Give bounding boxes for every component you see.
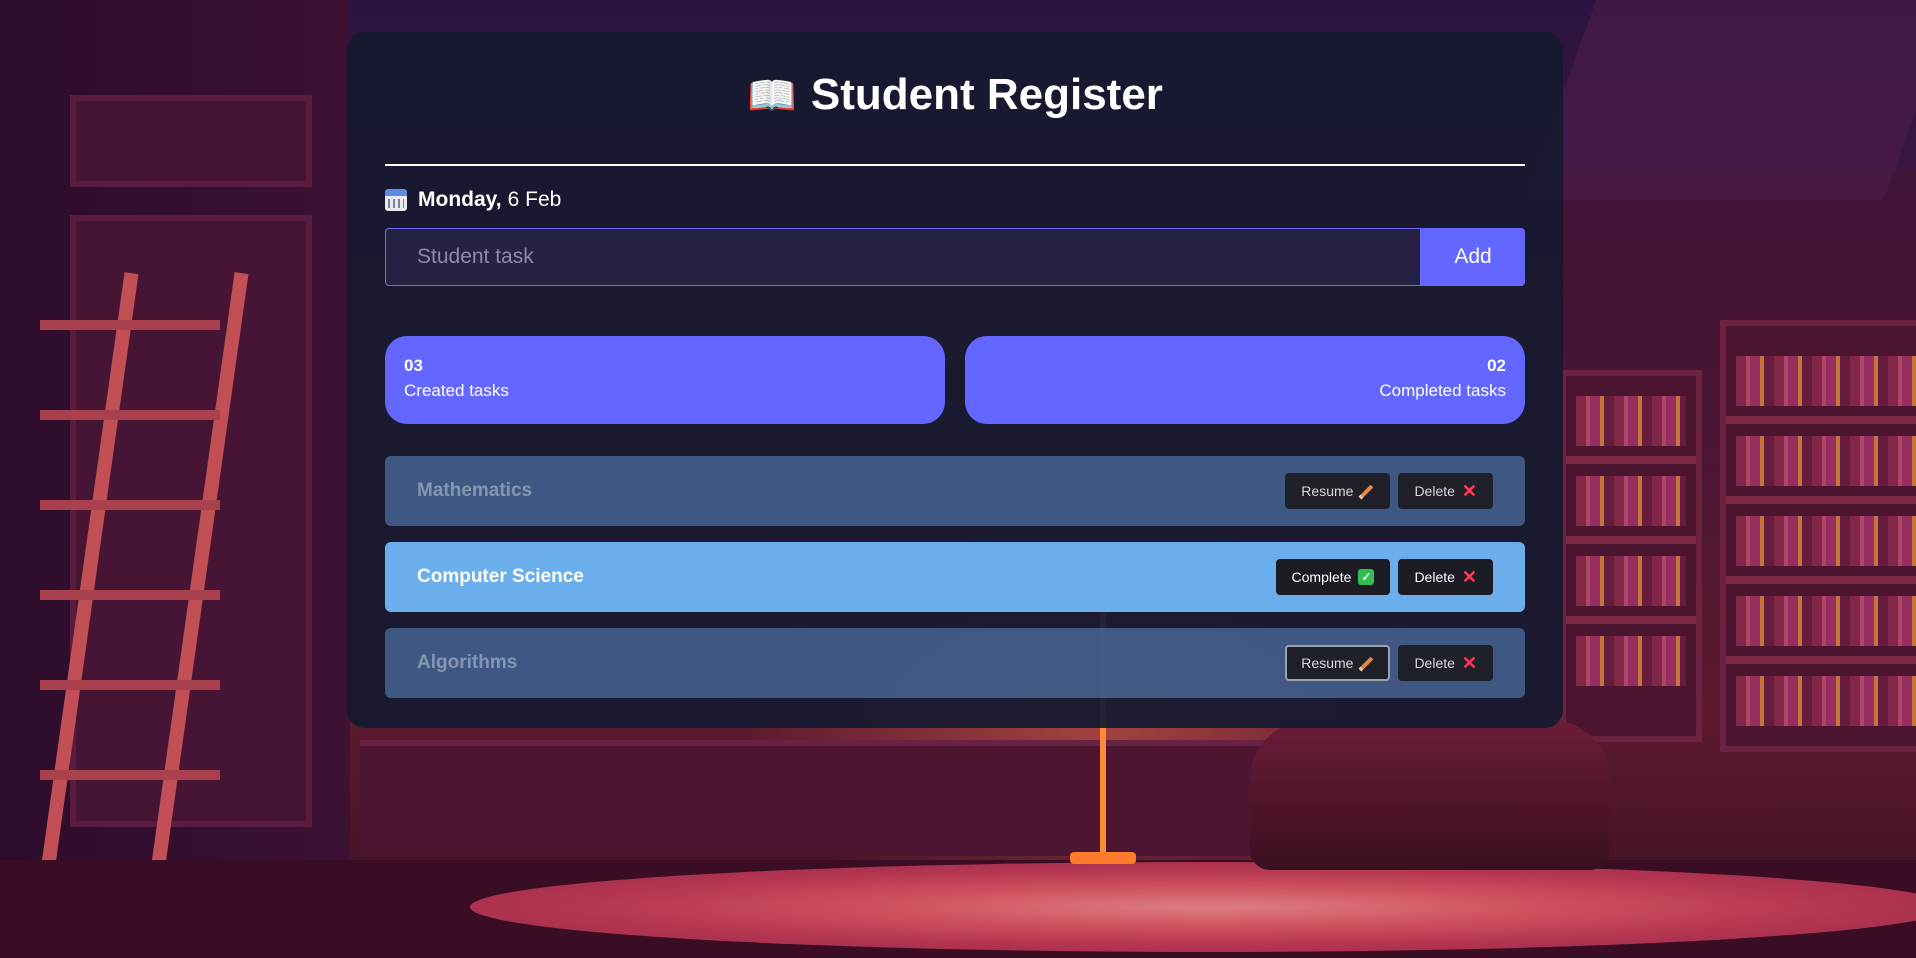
- delete-label: Delete: [1414, 569, 1455, 585]
- task-input[interactable]: [385, 228, 1421, 286]
- add-task-form: Add: [385, 228, 1525, 286]
- delete-button[interactable]: Delete ✕: [1398, 645, 1493, 681]
- calendar-icon: [385, 189, 407, 211]
- delete-label: Delete: [1414, 655, 1455, 671]
- task-item: Computer Science Complete ✓ Delete ✕: [385, 542, 1525, 612]
- complete-button[interactable]: Complete ✓: [1275, 559, 1391, 595]
- close-icon: ✕: [1461, 653, 1477, 673]
- page-title: Student Register: [810, 70, 1163, 119]
- close-icon: ✕: [1461, 567, 1477, 587]
- resume-label: Resume: [1301, 483, 1354, 499]
- task-name: Computer Science: [417, 566, 584, 587]
- lamp-base: [1070, 852, 1136, 864]
- armchair: [1250, 720, 1610, 870]
- task-name: Mathematics: [417, 480, 533, 501]
- created-tasks-stat: 03 Created tasks: [385, 336, 945, 424]
- wall-panel: [70, 95, 312, 187]
- task-item: Algorithms Resume Delete ✕: [385, 628, 1525, 698]
- complete-label: Complete: [1291, 569, 1352, 585]
- completed-count: 02: [1487, 356, 1506, 375]
- pencil-icon: [1361, 484, 1374, 498]
- open-book-icon: 📖: [747, 73, 797, 118]
- delete-button[interactable]: Delete ✕: [1398, 473, 1493, 509]
- add-button[interactable]: Add: [1421, 228, 1525, 286]
- delete-label: Delete: [1414, 483, 1455, 499]
- date-day-month: 6 Feb: [507, 188, 562, 211]
- header: 📖 Student Register: [385, 32, 1525, 142]
- resume-button[interactable]: Resume: [1285, 645, 1391, 681]
- task-name: Algorithms: [417, 652, 518, 673]
- bookshelf: [1720, 320, 1916, 752]
- created-count: 03: [404, 356, 423, 375]
- register-card: 📖 Student Register Monday, 6 Feb Add 03 C…: [347, 32, 1563, 728]
- ladder: [35, 270, 249, 910]
- close-icon: ✕: [1461, 481, 1477, 501]
- delete-button[interactable]: Delete ✕: [1398, 559, 1493, 595]
- rug: [470, 862, 1916, 952]
- created-label: Created tasks: [404, 381, 509, 400]
- date-display: Monday, 6 Feb: [385, 188, 1525, 212]
- resume-label: Resume: [1301, 655, 1354, 671]
- task-item: Mathematics Resume Delete ✕: [385, 456, 1525, 526]
- completed-label: Completed tasks: [1379, 381, 1506, 400]
- task-list: Mathematics Resume Delete ✕ Computer Sci…: [385, 456, 1525, 698]
- completed-tasks-stat: 02 Completed tasks: [965, 336, 1525, 424]
- divider: [385, 164, 1525, 166]
- date-weekday: Monday,: [418, 188, 502, 211]
- pencil-icon: [1361, 656, 1374, 670]
- task-stats: 03 Created tasks 02 Completed tasks: [385, 336, 1525, 424]
- resume-button[interactable]: Resume: [1285, 473, 1391, 509]
- bookshelf: [1560, 370, 1702, 742]
- check-icon: ✓: [1358, 569, 1375, 585]
